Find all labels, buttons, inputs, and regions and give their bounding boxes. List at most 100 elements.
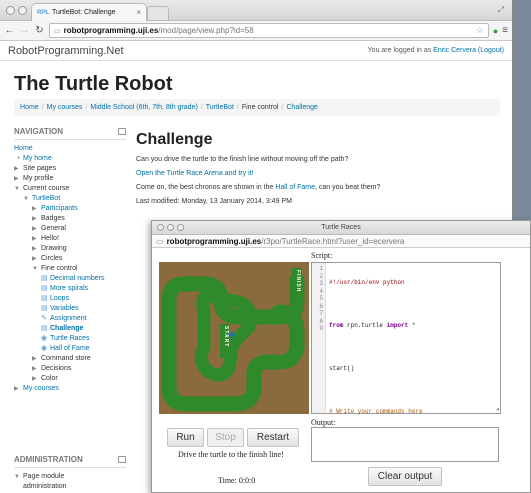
collapse-block-icon[interactable] — [118, 456, 126, 463]
nav-variables[interactable]: Variables — [50, 305, 79, 312]
bookmark-star-icon[interactable]: ☆ — [476, 25, 484, 36]
site-favicon-icon: RPL — [37, 9, 49, 16]
admin-page-module-line2[interactable]: administration — [23, 483, 67, 490]
extension-icon[interactable]: ● — [493, 26, 498, 36]
page-icon: ▤ — [41, 275, 48, 282]
logout-link[interactable]: (Logout) — [478, 47, 504, 54]
nav-my-courses[interactable]: My courses — [23, 385, 59, 392]
nav-assignment[interactable]: Assignment — [50, 315, 87, 322]
script-editor[interactable]: 123 456 789 #!/usr/bin/env python from r… — [311, 262, 501, 415]
nav-loops[interactable]: Loops — [50, 295, 69, 302]
clear-output-button[interactable]: Clear output — [368, 467, 442, 486]
reload-icon[interactable]: ↻ — [34, 25, 45, 36]
nav-more-spirals[interactable]: More spirals — [50, 285, 88, 292]
output-label: Output: — [311, 418, 336, 427]
nav-challenge[interactable]: Challenge — [50, 325, 83, 332]
nav-home[interactable]: Home — [14, 145, 33, 152]
close-tab-icon[interactable]: × — [136, 8, 141, 17]
expand-arrow-icon: ▶ — [32, 246, 37, 252]
administration-title: ADMINISTRATION — [14, 455, 83, 464]
navigation-title: NAVIGATION — [14, 127, 64, 136]
nav-decisions[interactable]: Decisions — [41, 365, 71, 372]
url-icon: ◉ — [41, 335, 48, 342]
browser-tab[interactable]: RPL TurtleBot: Challenge × — [31, 3, 147, 21]
timer: Time: 0:0:0 — [218, 476, 256, 485]
tab-bar: RPL TurtleBot: Challenge × ⤢ — [0, 0, 512, 21]
challenge-question: Can you drive the turtle to the finish l… — [136, 156, 349, 163]
popup-title-bar: Turtle Races — [152, 221, 530, 235]
expand-arrow-icon: ▶ — [32, 376, 37, 382]
breadcrumb-challenge[interactable]: Challenge — [286, 104, 318, 111]
nav-participants[interactable]: Participants — [41, 205, 78, 212]
nav-hello[interactable]: Hello! — [41, 235, 59, 242]
fullscreen-icon[interactable]: ⤢ — [498, 5, 504, 15]
forward-arrow-icon[interactable]: → — [19, 25, 30, 36]
url-icon: ◉ — [41, 345, 48, 352]
collapse-arrow-icon: ▼ — [23, 196, 29, 202]
back-arrow-icon[interactable]: ← — [4, 25, 15, 36]
turtle-icon: ✦ — [227, 328, 238, 342]
nav-my-home[interactable]: My home — [23, 155, 52, 162]
race-arena[interactable]: FINISH START ✦ — [159, 262, 309, 414]
page-icon: ▤ — [41, 325, 48, 332]
page-icon: ▤ — [41, 295, 48, 302]
breadcrumb-my-courses[interactable]: My courses — [47, 104, 83, 111]
nav-turtle-races[interactable]: Turtle Races — [50, 335, 89, 342]
collapse-block-icon[interactable] — [118, 128, 126, 135]
output-area[interactable] — [311, 427, 499, 462]
nav-drawing[interactable]: Drawing — [41, 245, 67, 252]
open-arena-link[interactable]: Open the Turtle Race Arena and try it! — [136, 170, 254, 177]
minimize-window-icon[interactable] — [18, 6, 27, 15]
script-label: Script: — [311, 251, 333, 260]
resize-handle-icon[interactable]: ◢ — [496, 406, 499, 412]
popup-address-bar[interactable]: ▭ robotprogramming.uji.es /r3po/TurtleRa… — [152, 235, 530, 248]
admin-page-module[interactable]: Page module — [23, 473, 64, 480]
close-window-icon[interactable] — [6, 6, 15, 15]
expand-arrow-icon: ▶ — [32, 206, 37, 212]
code-line-1: #!/usr/bin/env python — [329, 279, 405, 286]
address-bar[interactable]: ▭ robotprogramming.uji.es /mod/page/view… — [49, 23, 489, 38]
breadcrumb-turtlebot[interactable]: TurtleBot — [206, 104, 234, 111]
nav-circles[interactable]: Circles — [41, 255, 62, 262]
site-name[interactable]: RobotProgramming.Net — [8, 45, 124, 57]
nav-general[interactable]: General — [41, 225, 66, 232]
hall-of-fame-text: Come on, the best chronos are shown in t… — [136, 184, 381, 191]
new-tab-button[interactable] — [147, 6, 169, 20]
nav-command-store[interactable]: Command store — [41, 355, 91, 362]
page-icon: ▤ — [41, 305, 48, 312]
breadcrumb-home[interactable]: Home — [20, 104, 39, 111]
expand-arrow-icon: ▶ — [14, 176, 19, 182]
breadcrumb-middle-school[interactable]: Middle School (6th, 7th, 8th grade) — [90, 104, 197, 111]
assignment-icon: ✎ — [41, 315, 47, 322]
nav-current-course[interactable]: Current course — [23, 185, 69, 192]
run-button[interactable]: Run — [167, 428, 204, 447]
nav-my-profile[interactable]: My profile — [23, 175, 53, 182]
close-window-icon[interactable] — [157, 224, 164, 231]
nav-fine-control[interactable]: Fine control — [41, 265, 78, 272]
menu-icon[interactable]: ≡ — [502, 25, 508, 36]
hall-of-fame-link[interactable]: Hall of Fame — [275, 184, 315, 191]
code-area[interactable]: #!/usr/bin/env python from rpn.turtle im… — [326, 263, 423, 415]
nav-color[interactable]: Color — [41, 375, 58, 382]
expand-arrow-icon: ▶ — [14, 386, 19, 392]
nav-hall-of-fame[interactable]: Hall of Fame — [50, 345, 90, 352]
popup-title: Turtle Races — [321, 224, 361, 231]
nav-badges[interactable]: Badges — [41, 215, 65, 222]
popup-url-path: /r3po/TurtleRace.html?user_id=ecervera — [261, 236, 405, 246]
course-title: The Turtle Robot — [14, 73, 173, 95]
minimize-window-icon[interactable] — [167, 224, 174, 231]
url-host: robotprogramming.uji.es — [63, 26, 159, 35]
nav-turtlebot[interactable]: TurtleBot — [32, 195, 60, 202]
expand-arrow-icon: ▶ — [32, 226, 37, 232]
administration-block: ADMINISTRATION ▼ Page module administrati… — [14, 455, 126, 492]
expand-arrow-icon: ▶ — [32, 236, 37, 242]
user-link[interactable]: Enric Cervera — [433, 47, 476, 54]
restart-button[interactable]: Restart — [247, 428, 299, 447]
popup-url-host: robotprogramming.uji.es — [166, 236, 262, 246]
expand-arrow-icon: ▶ — [32, 356, 37, 362]
stop-button[interactable]: Stop — [207, 428, 244, 447]
nav-decimal-numbers[interactable]: Decimal numbers — [50, 275, 104, 282]
zoom-window-icon[interactable] — [177, 224, 184, 231]
nav-site-pages[interactable]: Site pages — [23, 165, 56, 172]
administration-block-header: ADMINISTRATION — [14, 455, 126, 468]
